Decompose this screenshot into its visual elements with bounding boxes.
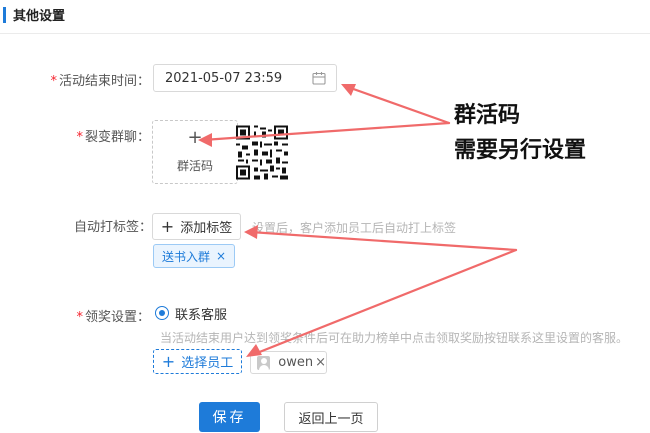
fission-group-label-text: 裂变群聊： <box>84 130 150 145</box>
plus-icon: + <box>161 352 176 371</box>
add-tag-label: 添加标签 <box>180 221 233 236</box>
end-time-date-input[interactable]: 2021-05-07 23:59 <box>153 64 337 92</box>
section-divider <box>0 33 650 34</box>
section-title-bar <box>3 7 6 23</box>
group-qrcode-upload[interactable]: + 群活码 <box>152 120 238 184</box>
reward-hint: 当活动结束用户达到领奖条件后可在助力榜单中点击领取奖励按钮联系这里设置的客服。 <box>160 331 629 345</box>
plus-icon: + <box>160 217 175 236</box>
staff-name: owen <box>278 355 314 370</box>
plus-icon: + <box>187 127 203 148</box>
required-mark: * <box>76 310 83 325</box>
annotation-line-2: 需要另行设置 <box>454 138 587 163</box>
annotation-line-1: 群活码 <box>454 103 521 128</box>
avatar <box>257 355 271 370</box>
auto-tag-hint: 设置后，客户添加员工后自动打上标签 <box>252 221 457 235</box>
end-time-label: * 活动结束时间： <box>44 70 150 89</box>
radio-dot <box>159 310 165 316</box>
close-icon[interactable]: × <box>315 355 326 370</box>
qr-code-image <box>236 125 288 180</box>
select-staff-button[interactable]: + 选择员工 <box>153 349 242 374</box>
contact-service-label[interactable]: 联系客服 <box>175 304 227 323</box>
tag-chip-label: 送书入群 <box>162 249 211 264</box>
reward-label-text: 领奖设置： <box>84 310 150 325</box>
required-mark: * <box>50 74 57 89</box>
back-button[interactable]: 返回上一页 <box>284 402 378 432</box>
select-staff-label: 选择员工 <box>181 356 234 371</box>
staff-chip: owen × <box>250 351 327 374</box>
upload-label: 群活码 <box>176 159 213 173</box>
tag-chip: 送书入群 × <box>153 244 236 268</box>
save-button[interactable]: 保存 <box>199 402 260 432</box>
auto-tag-label: 自动打标签： <box>74 220 153 235</box>
section-title: 其他设置 <box>13 9 66 24</box>
required-mark: * <box>76 130 83 145</box>
add-tag-button[interactable]: + 添加标签 <box>152 213 241 240</box>
end-time-label-text: 活动结束时间： <box>58 74 150 89</box>
fission-group-label: * 裂变群聊： <box>66 126 150 145</box>
close-icon[interactable]: × <box>216 249 226 263</box>
contact-service-radio[interactable] <box>155 306 169 320</box>
end-time-value: 2021-05-07 23:59 <box>165 70 283 86</box>
reward-label: * 领奖设置： <box>74 306 150 325</box>
calendar-icon[interactable] <box>312 71 326 85</box>
